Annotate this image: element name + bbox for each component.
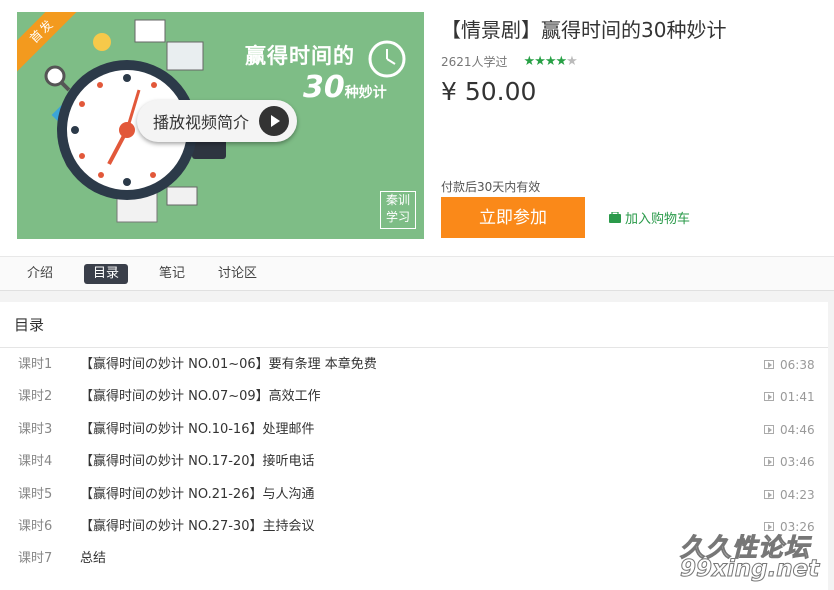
brand-line-1: 秦训 (385, 193, 410, 207)
catalog-heading: 目录 (0, 302, 828, 348)
site-watermark: 久久性论坛 99xing.net (679, 528, 830, 586)
lesson-title: 【赢得时间の妙计 NO.27-30】主持会议 (80, 519, 315, 534)
lesson-row[interactable]: 课时1 【赢得时间の妙计 NO.01~06】要有条理 本章免费 06:38 (0, 349, 828, 381)
course-price: ¥ 50.00 (441, 77, 537, 106)
cover-title: 赢得时间的 (245, 44, 355, 68)
lesson-row[interactable]: 课时5 【赢得时间の妙计 NO.21-26】与人沟通 04:23 (0, 479, 828, 511)
lesson-row[interactable]: 课时2 【赢得时间の妙计 NO.07~09】高效工作 01:41 (0, 381, 828, 413)
video-icon (764, 490, 774, 499)
lesson-row[interactable]: 课时4 【赢得时间の妙计 NO.17-20】接听电话 03:46 (0, 446, 828, 478)
cart-icon (609, 212, 621, 223)
add-to-cart-link[interactable]: 加入购物车 (609, 208, 690, 227)
video-icon (764, 360, 774, 369)
video-icon (764, 425, 774, 434)
tab-discussion[interactable]: 讨论区 (218, 264, 257, 284)
brand-logo: 秦训 学习 (380, 191, 416, 229)
validity-note: 付款后30天内有效 (441, 180, 541, 194)
cover-subtitle: 30种妙计 (303, 70, 387, 105)
lesson-title: 【赢得时间の妙计 NO.10-16】处理邮件 (80, 422, 315, 437)
rating-stars-icon: ★★★★★ (523, 54, 578, 69)
lesson-number: 课时2 (18, 389, 53, 404)
lesson-number: 课时6 (18, 519, 53, 534)
video-icon (764, 457, 774, 466)
tab-catalog[interactable]: 目录 (84, 264, 129, 284)
lesson-title: 【赢得时间の妙计 NO.17-20】接听电话 (80, 454, 315, 469)
lesson-duration: 01:41 (780, 390, 815, 404)
lesson-number: 课时1 (18, 357, 53, 372)
lesson-duration: 06:38 (780, 358, 815, 372)
lesson-row[interactable]: 课时3 【赢得时间の妙计 NO.10-16】处理邮件 04:46 (0, 414, 828, 446)
cover-subtitle-rest: 种妙计 (344, 85, 387, 101)
course-cover[interactable]: 首发 赢得时间的 30种妙计 播放视频简介 秦训 学习 (17, 12, 424, 239)
cover-subtitle-number: 30 (303, 70, 345, 105)
lesson-duration: 04:46 (780, 423, 815, 437)
brand-line-2: 学习 (385, 210, 410, 224)
lesson-title: 【赢得时间の妙计 NO.21-26】与人沟通 (80, 487, 315, 502)
lesson-title: 总结 (80, 551, 107, 566)
lesson-number: 课时4 (18, 454, 53, 469)
lesson-title: 【赢得时间の妙计 NO.07~09】高效工作 (80, 389, 321, 404)
video-icon (764, 392, 774, 401)
tab-notes[interactable]: 笔记 (159, 264, 185, 284)
play-icon (259, 106, 289, 136)
course-meta: 2621人学过 ★★★★★ (441, 53, 578, 70)
join-now-button[interactable]: 立即参加 (441, 197, 585, 238)
tab-intro[interactable]: 介绍 (27, 264, 53, 284)
lesson-duration: 04:23 (780, 488, 815, 502)
lesson-number: 课时3 (18, 422, 53, 437)
lesson-number: 课时7 (18, 551, 53, 566)
lesson-duration: 03:46 (780, 455, 815, 469)
watermark-line-2: 99xing.net (679, 556, 820, 583)
learner-count: 2621人学过 (441, 55, 508, 69)
play-intro-label: 播放视频简介 (153, 113, 250, 132)
course-tabs: 介绍 目录 笔记 讨论区 (0, 256, 834, 291)
add-to-cart-label: 加入购物车 (625, 212, 691, 227)
lesson-number: 课时5 (18, 487, 53, 502)
lesson-title: 【赢得时间の妙计 NO.01~06】要有条理 本章免费 (80, 357, 377, 372)
course-title: 【情景剧】赢得时间的30种妙计 (441, 18, 727, 42)
course-page: 首发 赢得时间的 30种妙计 播放视频简介 秦训 学习 【情景剧】赢得时间的30… (0, 0, 834, 590)
play-intro-video-button[interactable]: 播放视频简介 (137, 100, 297, 142)
